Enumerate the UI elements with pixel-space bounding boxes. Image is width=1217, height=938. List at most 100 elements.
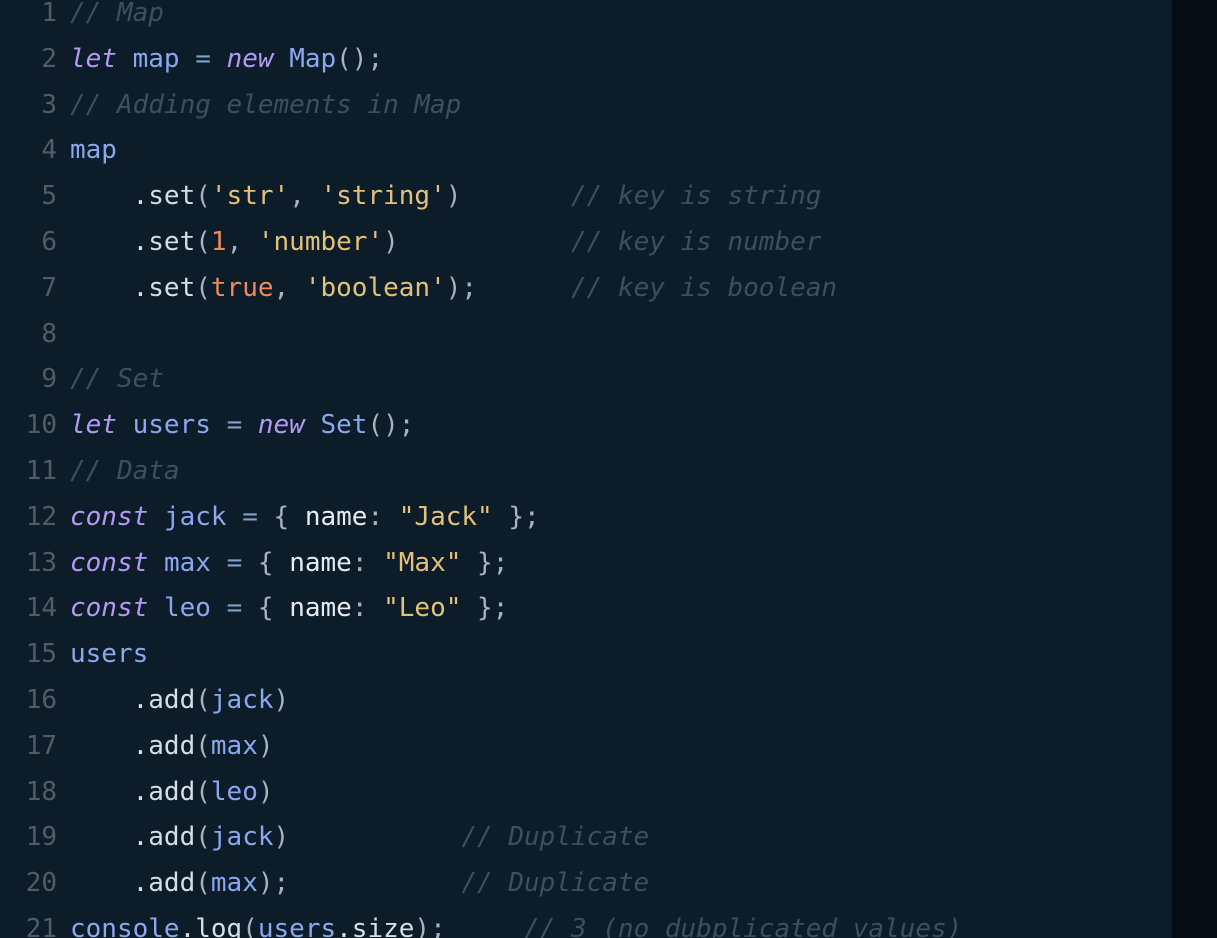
code-token: { [242,593,290,624]
code-token: ) [257,776,274,807]
code-line[interactable]: 8 [0,312,1172,358]
code-token: ( [195,822,211,853]
code-token: "Leo" [383,593,462,624]
code-line[interactable]: 7 .set(true, 'boolean'); // key is boole… [0,266,1172,312]
code-token: map [132,43,180,74]
code-token: ( [195,181,211,212]
code-token: }; [461,593,509,624]
code-line[interactable]: 16 .add(jack) [0,678,1172,724]
code-token: = [226,593,243,624]
code-token: leo [163,593,211,624]
code-token: ( [195,684,211,715]
code-token: const [70,593,149,624]
code-token: : [351,593,384,624]
line-text: const max = { name: "Max" }; [70,541,508,587]
code-token: .set [132,272,196,303]
code-line[interactable]: 21 console.log(users.size); // 3 (no dubp… [0,907,1172,938]
code-token: leo [210,776,258,807]
code-token: ( [195,226,211,257]
code-token: "Max" [383,547,462,578]
line-text: .add(leo) [70,770,274,816]
code-line[interactable]: 20 .add(max); // Duplicate [0,861,1172,907]
line-text: // Adding elements in Map [70,83,461,129]
code-token: true [210,272,274,303]
code-line[interactable]: 12 const jack = { name: "Jack" }; [0,495,1172,541]
line-text: const leo = { name: "Leo" }; [70,586,508,632]
code-token: : [351,547,384,578]
code-token: , [226,226,258,257]
code-token: .log [179,913,243,938]
code-token: name [289,593,352,624]
code-token: ( [242,913,258,938]
line-number: 10 [25,410,57,441]
line-text: const jack = { name: "Jack" }; [70,495,540,541]
code-token: Set [320,410,368,441]
code-token: let [70,43,117,74]
code-token: 1 [210,226,227,257]
line-number: 4 [41,135,57,166]
line-number: 7 [41,272,57,303]
line-text: .add(max) [70,724,274,770]
code-token: let [70,410,117,441]
code-token: ); [414,913,524,938]
code-token: 'string' [320,181,446,212]
code-line[interactable]: 19 .add(jack) // Duplicate [0,815,1172,861]
code-token: jack [163,501,227,532]
code-line[interactable]: 9 // Set [0,357,1172,403]
code-line[interactable]: 10 let users = new Set(); [0,403,1172,449]
line-number: 6 [41,226,57,257]
code-token: name [289,547,352,578]
code-line[interactable]: 14 const leo = { name: "Leo" }; [0,586,1172,632]
code-line[interactable]: 11 // Data [0,449,1172,495]
code-token: ) [445,181,571,212]
code-line[interactable]: 13 const max = { name: "Max" }; [0,541,1172,587]
code-token: // key is number [570,226,822,257]
code-token: }; [492,501,540,532]
code-token: = [226,410,243,441]
code-token: max [163,547,211,578]
code-token: // 3 (no dubplicated values) [524,913,963,938]
code-area[interactable]: 1// Map 2 let map = new Map(); 3// Adding e… [0,0,1172,938]
line-text: // Set [70,357,164,403]
code-line[interactable]: 17 .add(max) [0,724,1172,770]
code-token: (); [367,410,415,441]
line-number: 9 [41,364,57,395]
code-line[interactable]: 2 let map = new Map(); [0,37,1172,83]
code-token: // Duplicate [461,868,650,899]
code-token: 'number' [257,226,384,257]
code-token: users [70,639,149,670]
code-token: , [273,272,305,303]
code-line[interactable]: 4 map [0,128,1172,174]
code-token: // Duplicate [461,822,650,853]
line-number: 14 [25,593,57,624]
code-line[interactable]: 15 users [0,632,1172,678]
code-line[interactable]: 3 // Adding elements in Map [0,83,1172,129]
code-editor[interactable]: 1// Map 2 let map = new Map(); 3// Adding e… [0,0,1172,938]
code-token: // Map [70,0,164,28]
code-line[interactable]: 6 .set(1, 'number') // key is number [0,220,1172,266]
code-token: .add [132,684,196,715]
code-line[interactable]: 18 .add(leo) [0,770,1172,816]
code-line[interactable]: 1 // Map [0,0,1172,37]
line-number: 15 [25,639,57,670]
code-token: // key is string [570,181,822,212]
code-token: { [242,547,290,578]
code-line[interactable]: 5 .set('str', 'string') // key is string [0,174,1172,220]
line-number: 18 [25,776,57,807]
line-number: 8 [41,318,57,349]
line-text: console.log(users.size); // 3 (no dubpli… [70,907,962,938]
